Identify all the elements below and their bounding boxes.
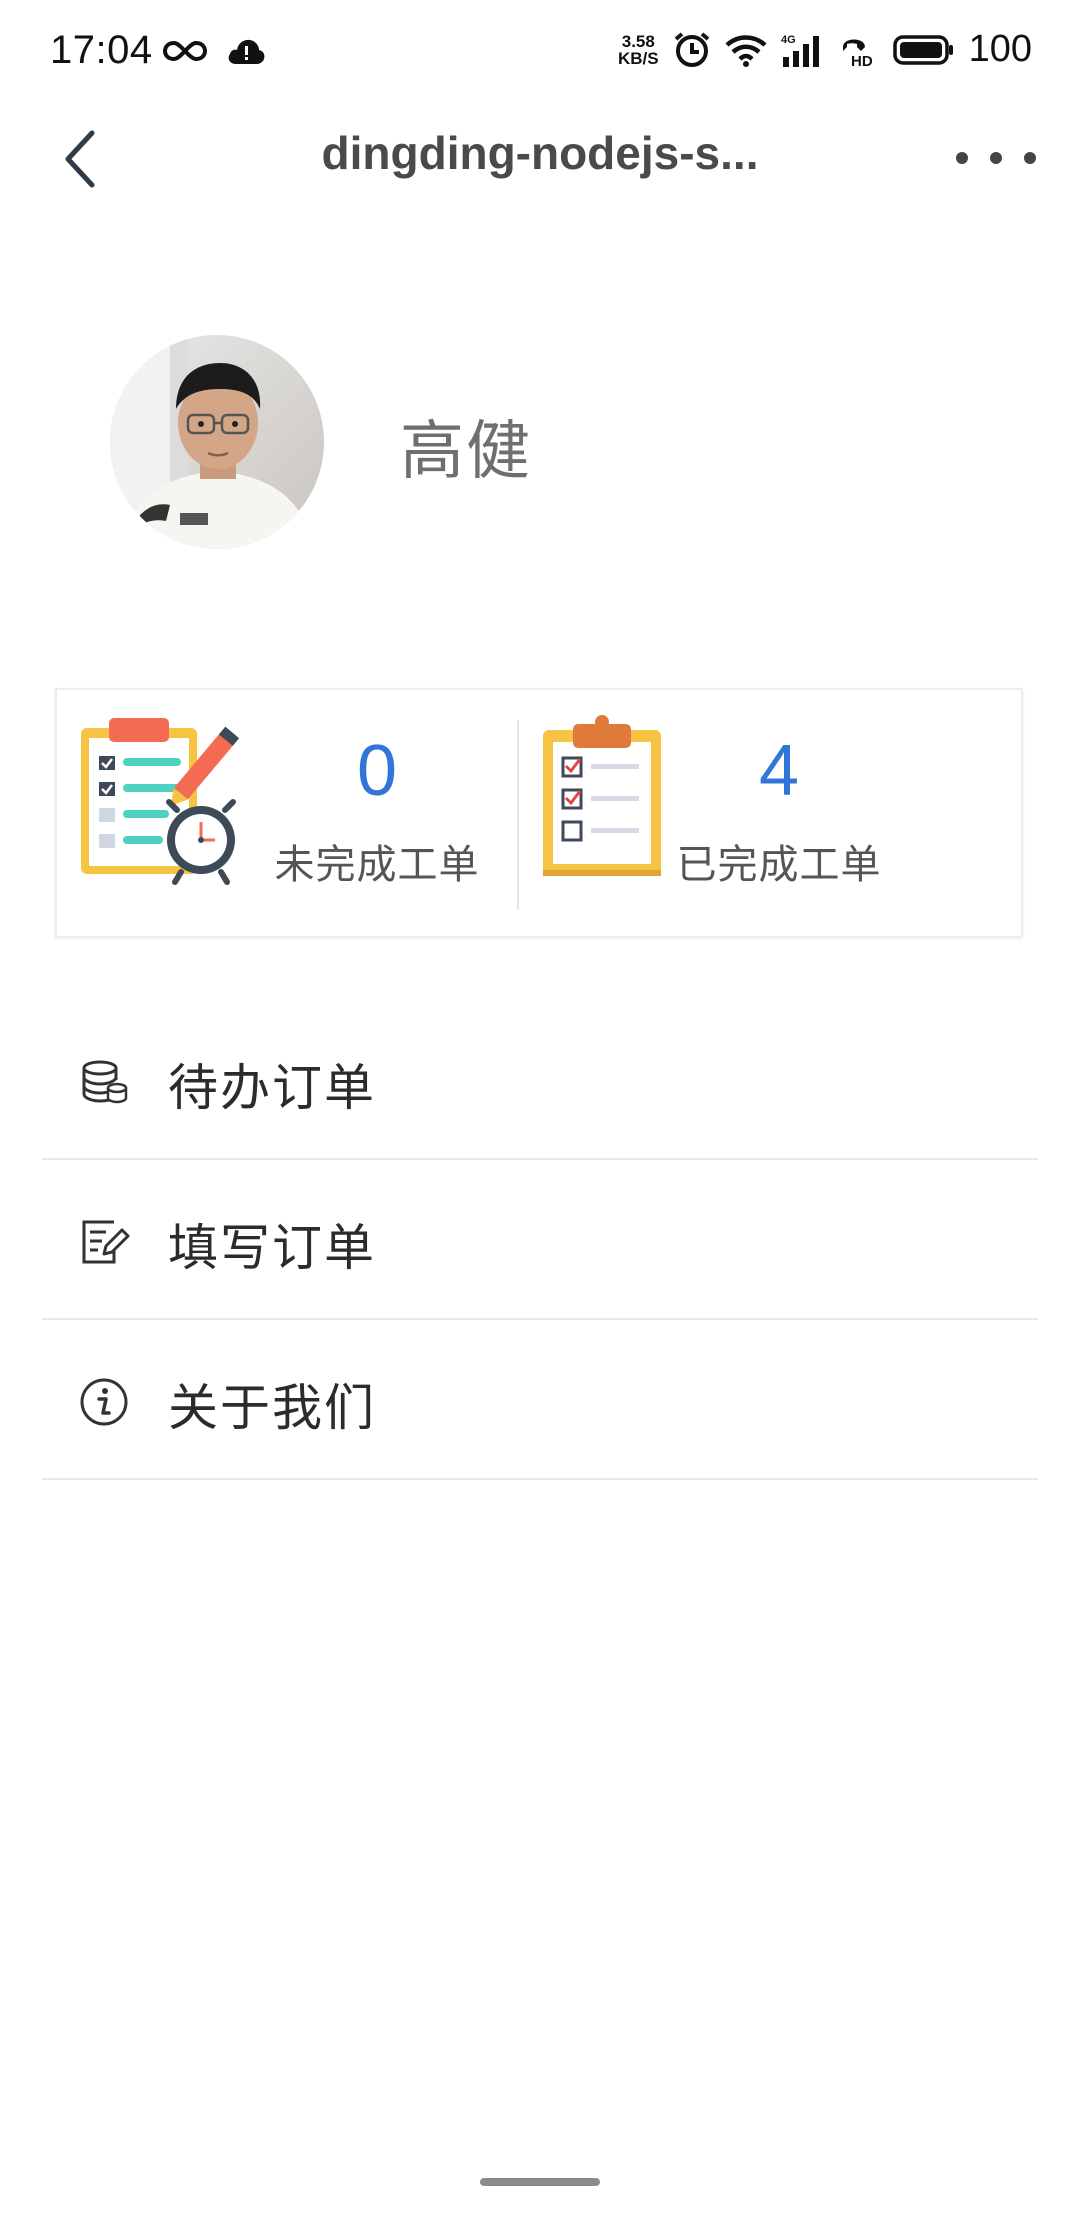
database-icon xyxy=(82,1060,128,1104)
svg-text:4G: 4G xyxy=(781,34,796,46)
home-indicator[interactable] xyxy=(480,2178,600,2186)
battery-icon xyxy=(892,34,953,65)
page-title: dingding-nodejs-s... xyxy=(321,127,759,179)
menu-item-about-us[interactable]: 关于我们 xyxy=(42,1320,1038,1480)
hd-call-icon: HD xyxy=(842,39,873,67)
stat-unfinished[interactable]: 0 未完成工单 xyxy=(57,690,517,940)
user-name: 高健 xyxy=(400,415,532,489)
stat-value: 4 xyxy=(758,731,800,811)
avatar[interactable] xyxy=(110,335,324,549)
stats-card: 0 未完成工单 4 已完成工单 xyxy=(55,688,1023,938)
edit-form-icon xyxy=(82,1220,130,1264)
status-time: 17:04 xyxy=(50,28,153,72)
checklist-clock-icon xyxy=(81,718,240,885)
more-dots-icon xyxy=(990,152,1002,164)
info-icon xyxy=(80,1378,128,1426)
menu-item-label: 关于我们 xyxy=(168,1379,376,1437)
cloud-alert-icon xyxy=(228,39,265,64)
net-speed: 3.58 KB/S xyxy=(618,33,659,67)
signal-icon: 4G xyxy=(781,34,819,67)
net-speed-value: 3.58 xyxy=(621,31,655,51)
back-button[interactable] xyxy=(50,124,110,194)
clipboard-check-icon xyxy=(543,715,661,876)
status-left-icons xyxy=(162,36,266,66)
stat-value: 0 xyxy=(356,731,398,811)
stat-label: 已完成工单 xyxy=(676,842,882,888)
alarm-icon xyxy=(674,31,709,67)
more-button[interactable] xyxy=(956,138,1036,178)
status-bar: 17:04 3.58 KB/S 4G HD 100 xyxy=(0,0,1080,108)
menu-item-label: 待办订单 xyxy=(168,1059,376,1117)
menu-item-pending-orders[interactable]: 待办订单 xyxy=(42,1000,1038,1160)
svg-text:HD: HD xyxy=(851,53,873,67)
stat-label: 未完成工单 xyxy=(274,842,480,888)
stat-finished[interactable]: 4 已完成工单 xyxy=(519,690,1025,940)
more-dots-icon xyxy=(956,152,968,164)
title-bar: dingding-nodejs-s... xyxy=(0,108,1080,208)
menu-item-fill-order[interactable]: 填写订单 xyxy=(42,1160,1038,1320)
more-dots-icon xyxy=(1024,152,1036,164)
net-speed-unit: KB/S xyxy=(617,48,659,68)
wifi-icon xyxy=(725,34,767,67)
user-avatar-photo xyxy=(110,335,324,549)
battery-percent: 100 xyxy=(968,28,1032,70)
status-right: 3.58 KB/S 4G HD 100 xyxy=(618,28,1032,71)
infinity-icon xyxy=(162,40,208,62)
menu-item-label: 填写订单 xyxy=(168,1219,376,1277)
chevron-left-icon xyxy=(65,130,95,188)
menu-list: 待办订单 填写订单 关于我们 xyxy=(42,1000,1038,1480)
